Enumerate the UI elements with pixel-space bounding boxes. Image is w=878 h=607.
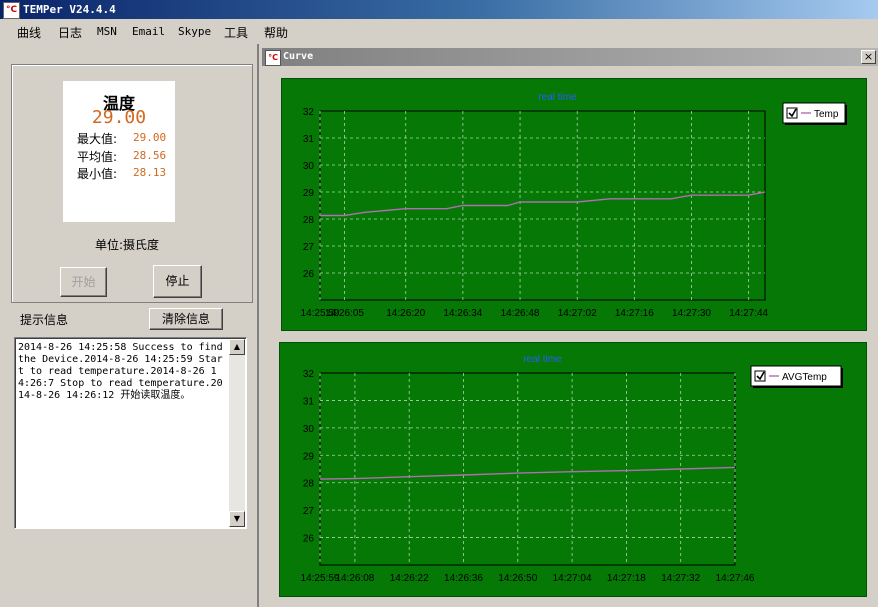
unit-label: 单位:摄氏度 [95, 238, 160, 252]
x-tick-label: 14:26:48 [501, 308, 540, 319]
avg-temp-chart: real time 26 27 28 29 30 31 32 14:25:5914:26:08 1… [301, 354, 843, 584]
log-textarea[interactable]: 2014-8-26 14:25:58 Success to find the D… [14, 337, 247, 529]
y-tick-label: 31 [303, 134, 315, 145]
menu-msn[interactable]: MSN [97, 25, 117, 38]
menu-help[interactable]: 帮助 [264, 24, 288, 41]
x-tick-label: 14:27:46 [716, 573, 755, 584]
log-scrollbar[interactable]: ▲ ▼ [229, 339, 245, 527]
x-tick-label: 14:27:30 [672, 308, 711, 319]
max-label: 最大值: [77, 132, 118, 146]
plot-area [319, 110, 766, 301]
legend-label: AVGTemp [782, 372, 827, 383]
x-tick-label: 14:25:59 [301, 573, 340, 584]
y-tick-label: 26 [303, 534, 315, 545]
x-tick-label: 14:27:18 [607, 573, 646, 584]
menu-skype[interactable]: Skype [178, 25, 211, 38]
x-tick-label: 14:27:04 [553, 573, 592, 584]
avg-label: 平均值: [77, 150, 118, 164]
title-bar [0, 0, 878, 19]
min-label: 最小值: [77, 167, 118, 181]
stop-button[interactable]: 停止 [153, 265, 202, 298]
window-title: TEMPer V24.4.4 [23, 3, 116, 16]
y-tick-label: 32 [303, 107, 315, 118]
app-icon: °C [3, 2, 20, 19]
scroll-down-icon[interactable]: ▼ [229, 511, 245, 527]
curve-app-icon: °C [265, 50, 281, 66]
scroll-up-icon[interactable]: ▲ [229, 339, 245, 355]
series-line-temp [320, 191, 766, 217]
menu-curve[interactable]: 曲线 [17, 24, 41, 41]
max-value: 29.00 [133, 131, 167, 144]
y-tick-label: 27 [303, 242, 315, 253]
x-tick-label: 14:27:16 [615, 308, 654, 319]
temp-chart: real time2627282930313214:25:5914:26:05 1… [301, 92, 847, 319]
x-tick-label: 14:27:02 [558, 308, 597, 319]
y-tick-label: 30 [303, 161, 315, 172]
menu-tools[interactable]: 工具 [224, 24, 248, 41]
chart-title: real time [538, 92, 577, 103]
chart-title: real time [523, 354, 562, 365]
y-tick-label: 29 [303, 451, 315, 462]
y-tick-label: 28 [303, 479, 315, 490]
y-tick-label: 27 [303, 506, 315, 517]
x-tick-label: 14:26:20 [386, 308, 425, 319]
x-tick-label: 14:26:36 [444, 573, 483, 584]
y-tick-label: 29 [303, 188, 315, 199]
start-button[interactable]: 开始 [60, 267, 107, 297]
x-tick-label: 14:26:34 [443, 308, 482, 319]
x-tick-label: 14:26:50 [498, 573, 537, 584]
current-temperature: 29.00 [91, 107, 147, 128]
avg-value: 28.56 [133, 149, 167, 162]
y-tick-label: 26 [303, 269, 315, 280]
temp-chart-panel: real time 26 27 28 29 30 31 32 14:25:59 14:26:05 1… [281, 78, 867, 331]
avg-temp-chart-panel: real time 26 27 28 29 30 31 32 14:25:59 14:26:08 1… [279, 342, 867, 597]
y-tick-label: 28 [303, 215, 315, 226]
log-label: 提示信息 [20, 313, 69, 327]
y-tick-label: 31 [303, 396, 315, 407]
x-tick-label: 14:27:32 [661, 573, 700, 584]
menu-email[interactable]: Email [132, 25, 165, 38]
y-tick-label: 30 [303, 424, 315, 435]
series-line-avgtemp [319, 466, 736, 480]
menu-bar: 曲线 日志 MSN Email Skype 工具 帮助 [0, 19, 878, 43]
x-tick-label: 14:26:22 [390, 573, 429, 584]
x-tick-label: 14:26:08 [335, 573, 374, 584]
x-tick-label: 14:26:05 [325, 308, 364, 319]
curve-title-bar [262, 48, 878, 66]
log-text: 2014-8-26 14:25:58 Success to find the D… [18, 342, 223, 401]
clear-log-button[interactable]: 清除信息 [149, 308, 223, 330]
close-icon[interactable]: × [861, 50, 876, 64]
menu-log[interactable]: 日志 [58, 24, 82, 41]
min-value: 28.13 [133, 166, 167, 179]
reading-card: 温度 29.00 最大值: 29.00 平均值: 28.56 最小值: 28.1… [63, 81, 175, 222]
y-tick-label: 32 [303, 369, 315, 380]
x-tick-label: 14:27:44 [729, 308, 768, 319]
legend-label: Temp [814, 109, 839, 120]
curve-window-title: Curve [283, 51, 314, 62]
